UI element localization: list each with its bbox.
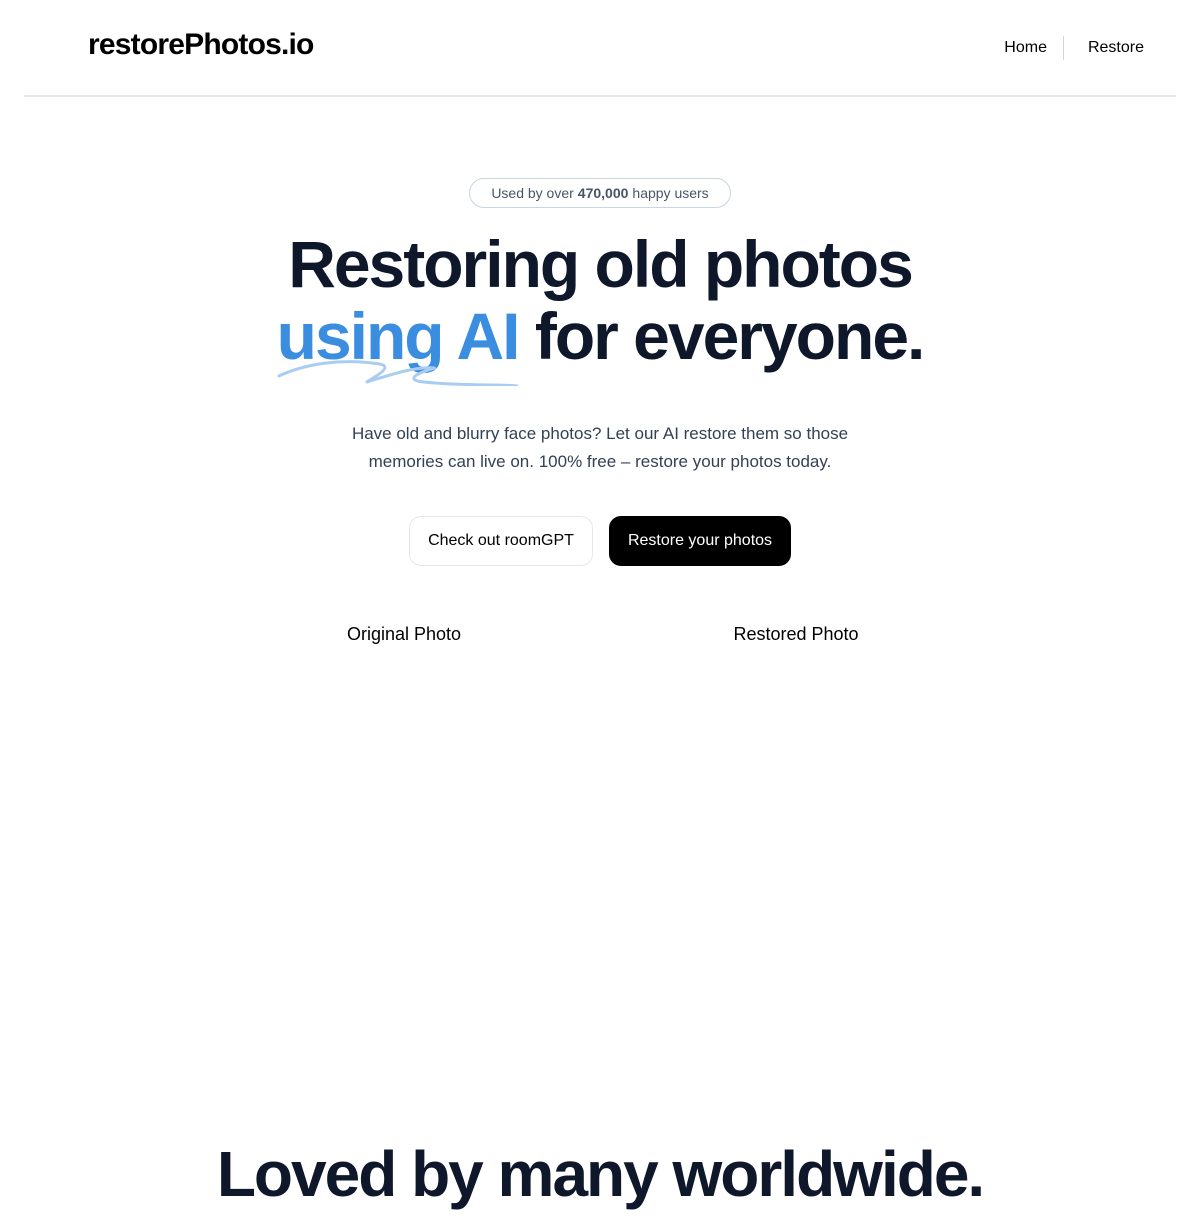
users-badge: Used by over 470,000 happy users xyxy=(469,178,731,208)
site-header: restorePhotos.io Home Restore xyxy=(24,0,1176,97)
hero-title-line2-rest: for everyone. xyxy=(534,299,925,373)
hero-title-accent-text: using AI xyxy=(276,299,521,373)
testimonials-title: Loved by many worldwide. xyxy=(216,1138,985,1210)
hero-subtitle: Have old and blurry face photos? Let our… xyxy=(351,424,849,471)
badge-prefix: Used by over xyxy=(491,185,574,201)
restored-photo-image xyxy=(606,664,986,1044)
main-nav: Home Restore xyxy=(1004,36,1144,60)
page: restorePhotos.io Home Restore Used by ov… xyxy=(0,0,1200,1232)
hero-title-accent: using AI xyxy=(276,299,521,386)
nav-home-link[interactable]: Home xyxy=(1004,39,1047,57)
hero-title-line1: Restoring old photos xyxy=(288,227,914,301)
original-photo-label: Original Photo xyxy=(346,624,462,644)
original-photo-image xyxy=(214,664,594,1044)
badge-suffix: happy users xyxy=(632,185,709,201)
badge-count: 470,000 xyxy=(577,185,629,201)
hero-title: Restoring old photos using AI for everyo… xyxy=(0,227,1200,386)
roomgpt-button[interactable]: Check out roomGPT xyxy=(409,516,593,566)
restored-photo-label: Restored Photo xyxy=(733,624,859,644)
restore-photos-button[interactable]: Restore your photos xyxy=(609,516,791,566)
site-logo[interactable]: restorePhotos.io xyxy=(88,28,314,62)
nav-divider xyxy=(1062,36,1064,60)
nav-restore-link[interactable]: Restore xyxy=(1088,39,1144,57)
